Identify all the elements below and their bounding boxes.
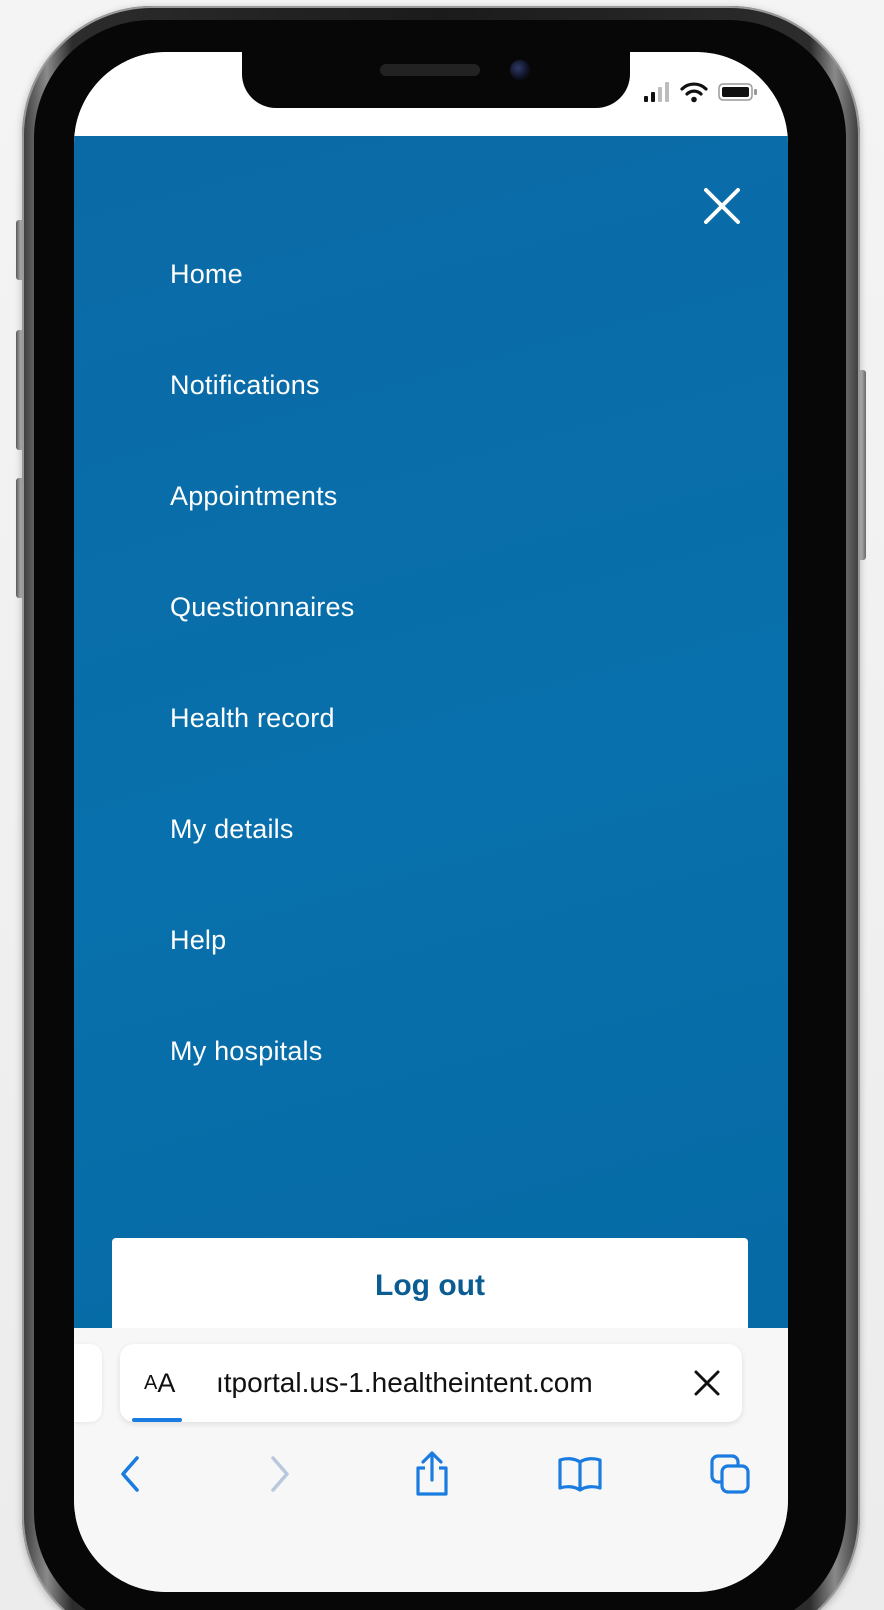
- logout-label: Log out: [375, 1269, 485, 1302]
- share-icon: [416, 1451, 448, 1496]
- menu-item-appointments[interactable]: Appointments: [170, 476, 690, 587]
- close-icon: [694, 1370, 720, 1396]
- phone-screen: Home Notifications Appointments Question…: [74, 52, 788, 1592]
- tabs-icon: [710, 1454, 750, 1494]
- reader-options-button[interactable]: AA: [144, 1344, 175, 1422]
- status-bar: [74, 52, 788, 136]
- chevron-left-icon: [121, 1456, 139, 1492]
- menu-item-questionnaires[interactable]: Questionnaires: [170, 587, 690, 698]
- cellular-signal-icon: [644, 82, 669, 102]
- front-camera: [510, 60, 530, 80]
- bookmarks-button[interactable]: [552, 1446, 608, 1502]
- status-icons: [644, 80, 758, 104]
- back-button[interactable]: [102, 1446, 158, 1502]
- menu-item-label: Help: [170, 925, 227, 955]
- text-size-large-glyph: A: [157, 1367, 176, 1398]
- menu-item-home[interactable]: Home: [170, 254, 690, 365]
- menu-item-my-hospitals[interactable]: My hospitals: [170, 1031, 690, 1142]
- forward-button[interactable]: [252, 1446, 308, 1502]
- menu-item-label: Home: [170, 259, 243, 289]
- text-size-small-glyph: A: [144, 1371, 158, 1394]
- logout-button[interactable]: Log out: [112, 1238, 748, 1334]
- address-bar[interactable]: AA ıtportal.us-1.healtheintent.com: [120, 1344, 742, 1422]
- menu-list: Home Notifications Appointments Question…: [170, 254, 690, 1142]
- chevron-right-icon: [271, 1456, 289, 1492]
- menu-item-label: My details: [170, 814, 294, 844]
- menu-item-health-record[interactable]: Health record: [170, 698, 690, 809]
- menu-item-label: Notifications: [170, 370, 320, 400]
- wifi-icon: [680, 82, 708, 103]
- menu-item-my-details[interactable]: My details: [170, 809, 690, 920]
- menu-item-help[interactable]: Help: [170, 920, 690, 1031]
- url-text[interactable]: ıtportal.us-1.healtheintent.com: [216, 1344, 676, 1422]
- share-button[interactable]: [404, 1446, 460, 1502]
- menu-item-label: My hospitals: [170, 1036, 323, 1066]
- book-icon: [558, 1457, 602, 1492]
- menu-item-notifications[interactable]: Notifications: [170, 365, 690, 476]
- app-stage: Home Notifications Appointments Question…: [0, 0, 884, 1610]
- close-icon: [704, 188, 740, 224]
- menu-item-label: Questionnaires: [170, 592, 355, 622]
- tabs-button[interactable]: [702, 1446, 758, 1502]
- notch: [242, 52, 630, 108]
- previous-tab-preview[interactable]: [74, 1344, 102, 1422]
- page-load-progress: [132, 1418, 182, 1422]
- navigation-menu: Home Notifications Appointments Question…: [74, 136, 788, 1334]
- battery-icon: [718, 83, 757, 101]
- close-menu-button[interactable]: [698, 182, 746, 230]
- menu-item-label: Appointments: [170, 481, 338, 511]
- menu-item-label: Health record: [170, 703, 335, 733]
- speaker-grille: [380, 64, 480, 76]
- browser-bottom-bar: AA ıtportal.us-1.healtheintent.com: [74, 1328, 788, 1592]
- clear-url-button[interactable]: [686, 1362, 728, 1404]
- browser-toolbar: [74, 1436, 788, 1512]
